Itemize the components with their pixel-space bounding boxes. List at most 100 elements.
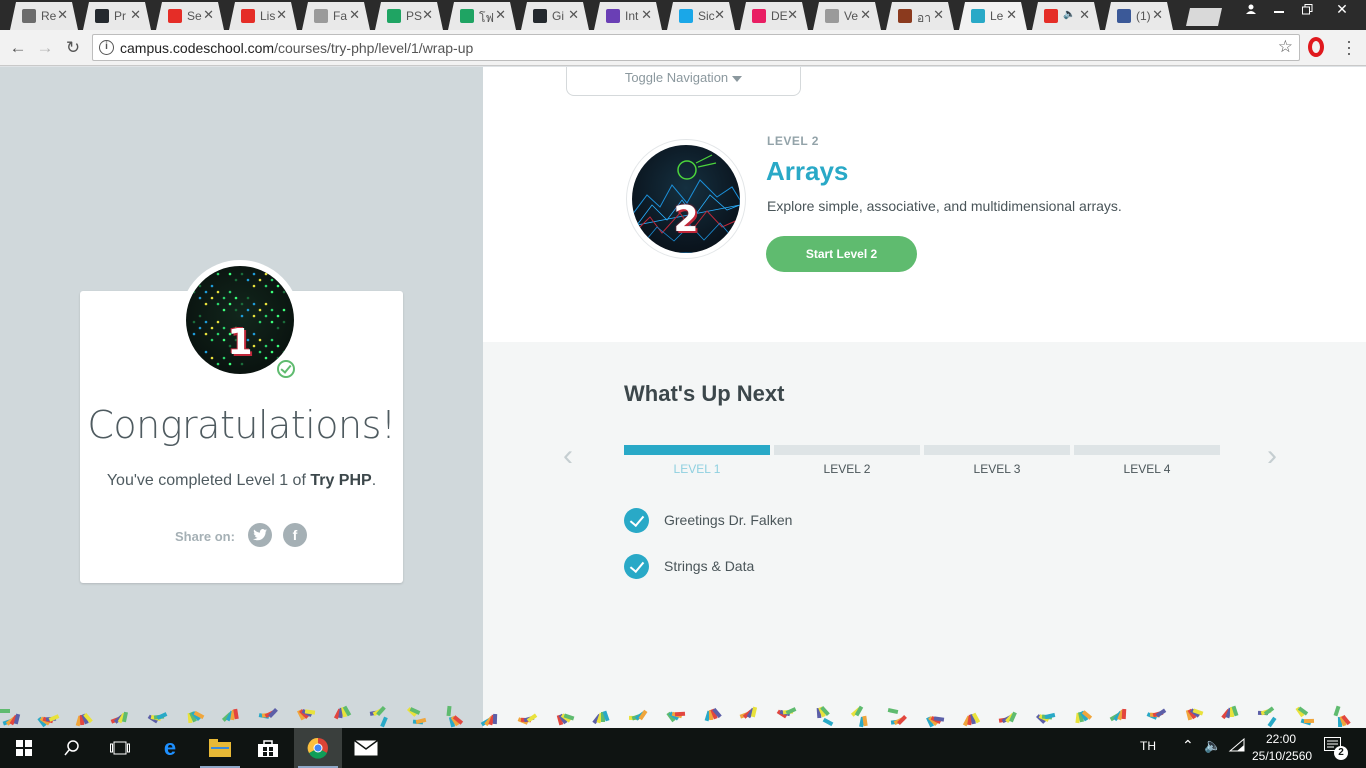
challenge-label: Greetings Dr. Falken <box>664 512 793 528</box>
new-tab-button[interactable] <box>1186 8 1222 26</box>
code-icon <box>971 9 985 23</box>
browser-tab[interactable]: DE ✕ <box>740 2 808 30</box>
caret-down-icon <box>732 75 743 82</box>
prev-arrow-icon[interactable]: ‹ <box>563 439 573 473</box>
search-icon[interactable] <box>48 728 96 768</box>
windows-start-icon[interactable] <box>0 728 48 768</box>
facebook-icon[interactable]: f <box>283 523 307 547</box>
site-info-icon[interactable]: i <box>99 40 114 55</box>
level-description: Explore simple, associative, and multidi… <box>767 198 1122 214</box>
notification-count-badge: 2 <box>1334 746 1348 760</box>
close-tab-icon[interactable]: ✕ <box>495 7 506 23</box>
list-icon <box>606 9 620 23</box>
next-arrow-icon[interactable]: › <box>1267 439 1277 473</box>
bookmark-star-icon[interactable]: ☆ <box>1278 37 1293 57</box>
user-profile-icon[interactable] <box>1238 0 1264 18</box>
browser-tab[interactable]: PS ✕ <box>375 2 443 30</box>
completed-check-icon <box>274 357 298 381</box>
browser-menu-icon[interactable]: · · · <box>1346 32 1352 62</box>
close-tab-icon[interactable]: ✕ <box>641 7 652 23</box>
browser-tab[interactable]: Se ✕ <box>156 2 224 30</box>
browser-tab[interactable]: Sic ✕ <box>667 2 735 30</box>
music-icon <box>752 9 766 23</box>
confetti-decoration <box>0 705 1366 728</box>
browser-tab[interactable]: Ve ✕ <box>813 2 881 30</box>
browser-tab[interactable]: (1) ✕ <box>1105 2 1173 30</box>
level-progress-segment[interactable] <box>924 445 1070 455</box>
window-icon <box>22 9 36 23</box>
close-tab-icon[interactable]: ✕ <box>933 7 944 23</box>
mail-icon[interactable] <box>342 728 390 768</box>
close-tab-icon[interactable]: ✕ <box>276 7 287 23</box>
task-view-icon[interactable] <box>96 728 144 768</box>
close-tab-icon[interactable]: ✕ <box>130 7 141 23</box>
close-tab-icon[interactable]: ✕ <box>1152 7 1163 23</box>
level-title: Arrays <box>766 156 849 186</box>
close-tab-icon[interactable]: ✕ <box>57 7 68 23</box>
store-icon[interactable] <box>244 728 292 768</box>
volume-icon[interactable]: 🔈 <box>1204 737 1221 754</box>
wifi-icon[interactable] <box>1228 737 1246 755</box>
browser-tab[interactable]: Int ✕ <box>594 2 662 30</box>
browser-tab[interactable]: Lis ✕ <box>229 2 297 30</box>
browser-tab[interactable]: Gi ✕ <box>521 2 589 30</box>
facebook-icon <box>1117 9 1131 23</box>
level-tab-label[interactable]: LEVEL 2 <box>774 462 920 476</box>
url-text: campus.codeschool.com/courses/try-php/le… <box>120 40 473 56</box>
browser-tab[interactable]: Fa ✕ <box>302 2 370 30</box>
twitter-icon[interactable] <box>248 523 272 547</box>
github-icon <box>533 9 547 23</box>
back-arrow-icon[interactable]: ← <box>8 38 28 58</box>
close-tab-icon[interactable]: ✕ <box>1079 7 1090 23</box>
windows-taskbar: e TH ⌃ 🔈 22:00 25/10/2560 2 <box>0 728 1366 768</box>
browser-tab[interactable]: 🔈 ✕ <box>1032 2 1100 30</box>
browser-tab[interactable]: โฟ ✕ <box>448 2 516 30</box>
start-level-button[interactable]: Start Level 2 <box>766 236 917 272</box>
browser-tab[interactable]: อา ✕ <box>886 2 954 30</box>
level-tab-label[interactable]: LEVEL 1 <box>624 462 770 476</box>
youtube-icon <box>1044 9 1058 23</box>
challenge-label: Strings & Data <box>664 558 755 574</box>
youtube-icon <box>168 9 182 23</box>
toggle-navigation-button[interactable]: Toggle Navigation <box>566 67 801 96</box>
toggle-navigation-label: Toggle Navigation <box>624 70 729 85</box>
up-next-panel <box>483 342 1366 728</box>
restore-icon[interactable] <box>1294 0 1320 18</box>
browser-tab[interactable]: Pr ✕ <box>83 2 151 30</box>
close-tab-icon[interactable]: ✕ <box>349 7 360 23</box>
close-tab-icon[interactable]: ✕ <box>1006 7 1017 23</box>
browser-tab[interactable]: Le ✕ <box>959 2 1027 30</box>
close-window-icon[interactable]: ✕ <box>1322 0 1362 18</box>
close-tab-icon[interactable]: ✕ <box>568 7 579 23</box>
level-progress-segment[interactable] <box>1074 445 1220 455</box>
checkmark-icon <box>624 508 649 533</box>
close-tab-icon[interactable]: ✕ <box>787 7 798 23</box>
language-indicator[interactable]: TH <box>1140 739 1156 753</box>
edge-browser-icon[interactable]: e <box>146 728 194 768</box>
challenge-item[interactable]: Strings & Data <box>624 554 1024 580</box>
close-tab-icon[interactable]: ✕ <box>860 7 871 23</box>
show-hidden-icons-icon[interactable]: ⌃ <box>1182 737 1194 754</box>
chrome-icon[interactable] <box>294 728 342 768</box>
level-progress-segment[interactable] <box>624 445 770 455</box>
u-icon <box>679 9 693 23</box>
level-progress-segment[interactable] <box>774 445 920 455</box>
level-1-badge-art: 1 <box>186 266 294 374</box>
level-2-badge-number: 2 <box>673 199 699 240</box>
clock-time[interactable]: 22:00 <box>1266 732 1296 746</box>
close-tab-icon[interactable]: ✕ <box>203 7 214 23</box>
challenge-item[interactable]: Greetings Dr. Falken <box>624 508 1024 534</box>
browser-tab[interactable]: Re ✕ <box>10 2 78 30</box>
reload-icon[interactable]: ↻ <box>63 38 83 58</box>
minimize-icon[interactable] <box>1266 0 1292 18</box>
address-bar[interactable]: i campus.codeschool.com/courses/try-php/… <box>92 34 1300 61</box>
opera-extension-icon[interactable] <box>1308 37 1324 57</box>
level-tab-label[interactable]: LEVEL 3 <box>924 462 1070 476</box>
forward-arrow-icon[interactable]: → <box>35 38 55 58</box>
clock-date[interactable]: 25/10/2560 <box>1252 749 1312 763</box>
url-path: /courses/try-php/level/1/wrap-up <box>274 40 474 56</box>
level-tab-label[interactable]: LEVEL 4 <box>1074 462 1220 476</box>
close-tab-icon[interactable]: ✕ <box>714 7 725 23</box>
close-tab-icon[interactable]: ✕ <box>422 7 433 23</box>
file-explorer-icon[interactable] <box>196 728 244 768</box>
